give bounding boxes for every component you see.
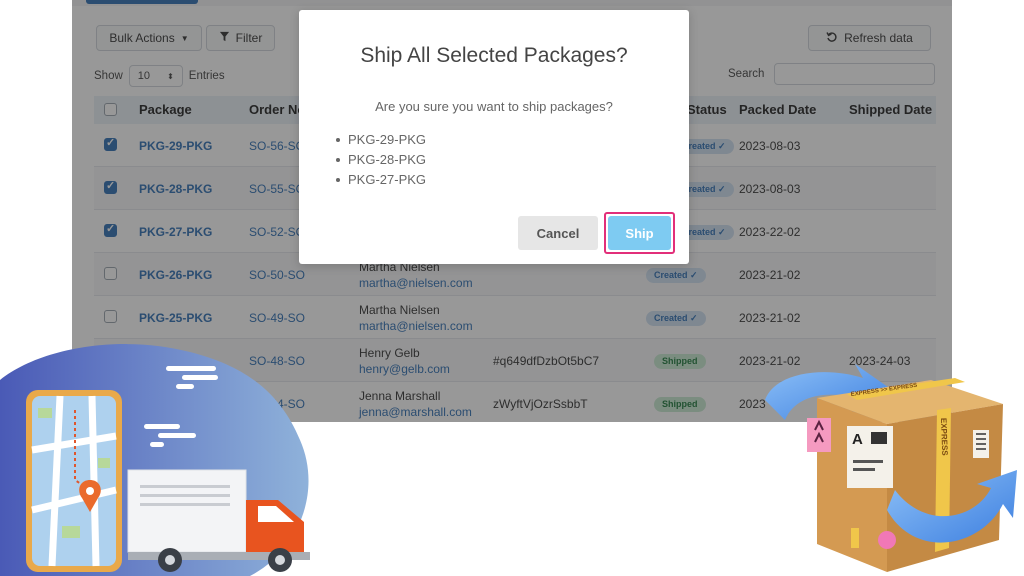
cardboard-box-icon: EXPRESS EXPRESS >> EXPRESS A: [807, 378, 1003, 572]
dialog-title: Ship All Selected Packages?: [360, 44, 628, 67]
delivery-truck-illustration: [0, 344, 310, 576]
dialog-message: Are you sure you want to ship packages?: [375, 99, 613, 114]
list-item: PKG-29-PKG: [336, 130, 426, 150]
parcel-box-illustration: EXPRESS EXPRESS >> EXPRESS A: [765, 364, 1017, 572]
ship-button[interactable]: Ship: [608, 216, 671, 250]
list-item: PKG-28-PKG: [336, 150, 426, 170]
phone-map-icon: [26, 390, 122, 572]
selected-packages-list: PKG-29-PKG PKG-28-PKG PKG-27-PKG: [336, 130, 426, 190]
box-express-side-label: EXPRESS: [939, 418, 949, 457]
cancel-button[interactable]: Cancel: [518, 216, 598, 250]
stage: Bulk Actions ▼ Filter Refresh data Show …: [0, 0, 1024, 576]
list-item: PKG-27-PKG: [336, 170, 426, 190]
ship-confirm-dialog: Ship All Selected Packages? Are you sure…: [299, 10, 689, 264]
box-label-letter: A: [852, 431, 863, 448]
